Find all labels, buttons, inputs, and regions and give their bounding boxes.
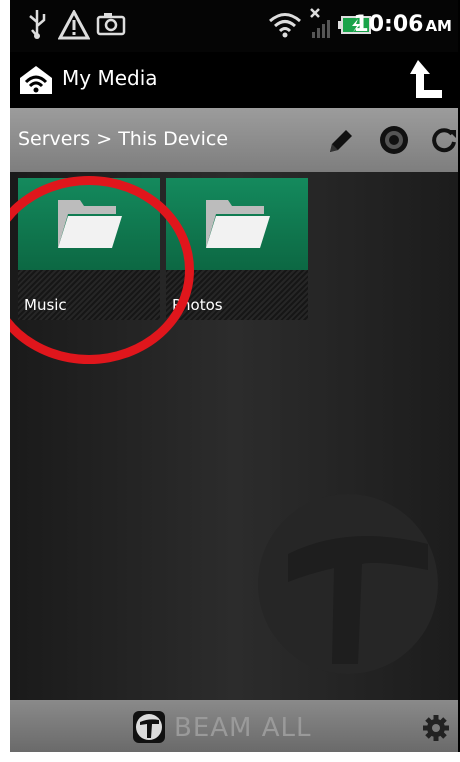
gear-icon[interactable]	[422, 714, 450, 746]
wifi-icon	[268, 12, 302, 42]
beam-logo-icon	[132, 710, 166, 748]
phone-screen: 10:06AM My Media Servers > This Device	[10, 0, 460, 752]
clock-ampm: AM	[425, 17, 452, 35]
warning-icon	[57, 8, 91, 44]
beam-watermark-icon	[258, 494, 438, 674]
breadcrumb-bar: Servers > This Device	[10, 108, 458, 172]
globe-icon[interactable]	[378, 124, 410, 160]
up-arrow-icon[interactable]	[408, 58, 444, 104]
breadcrumb[interactable]: Servers > This Device	[18, 128, 228, 150]
signal-icon	[308, 6, 332, 46]
beam-all-button[interactable]: BEAM ALL	[174, 713, 312, 743]
title-bar: My Media	[10, 52, 458, 108]
status-bar: 10:06 AM	[10, 0, 458, 52]
pencil-icon[interactable]	[326, 126, 356, 160]
page-title: My Media	[62, 66, 158, 90]
camera-icon	[96, 12, 126, 40]
usb-icon	[26, 8, 48, 44]
refresh-icon[interactable]	[430, 126, 458, 158]
status-clock: 10:06 AM	[353, 12, 452, 37]
bottom-bar: BEAM ALL	[10, 700, 458, 752]
clock-time: 10:06	[353, 12, 424, 37]
folder-icon	[206, 200, 270, 248]
home-wifi-icon	[18, 64, 54, 100]
